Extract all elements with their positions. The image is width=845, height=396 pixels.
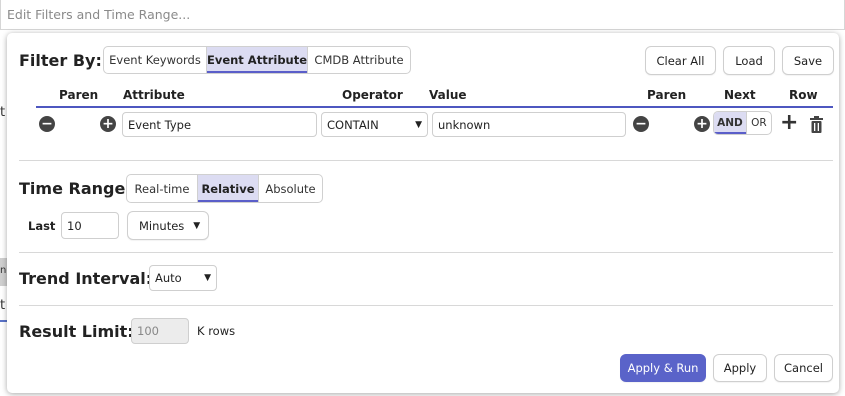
plus-icon: + bbox=[696, 116, 708, 132]
caret-down-icon: ▼ bbox=[193, 220, 201, 231]
attribute-input[interactable]: Event Type bbox=[122, 112, 317, 137]
tab-cmdb-attribute[interactable]: CMDB Attribute bbox=[308, 47, 410, 73]
operator-value: CONTAIN bbox=[327, 117, 379, 132]
filter-search-bar[interactable] bbox=[0, 0, 845, 30]
time-unit-value: Minutes bbox=[139, 218, 185, 233]
column-header-rule bbox=[36, 106, 833, 108]
time-unit-dropdown[interactable]: Minutes ▼ bbox=[127, 211, 209, 240]
result-limit-input[interactable]: 100 bbox=[131, 318, 189, 344]
load-button[interactable]: Load bbox=[723, 46, 775, 75]
column-header-value: Value bbox=[429, 88, 467, 102]
result-limit-unit: K rows bbox=[197, 324, 236, 338]
chevron-down-icon: ▼ bbox=[415, 119, 422, 130]
apply-button[interactable]: Apply bbox=[713, 354, 767, 382]
filter-type-tabs: Event Keywords Event Attribute CMDB Attr… bbox=[103, 46, 411, 74]
tab-event-attribute[interactable]: Event Attribute bbox=[207, 47, 308, 73]
time-range-label: Time Range: bbox=[19, 179, 132, 198]
result-limit-label: Result Limit: bbox=[19, 322, 134, 341]
chevron-down-icon: ▼ bbox=[204, 273, 211, 283]
add-close-paren-button[interactable]: + bbox=[694, 116, 710, 132]
attribute-value: Event Type bbox=[128, 117, 192, 132]
column-header-next: Next bbox=[724, 88, 756, 102]
add-open-paren-button[interactable]: + bbox=[100, 116, 116, 132]
column-header-paren-close: Paren bbox=[647, 88, 687, 102]
column-header-attribute: Attribute bbox=[123, 88, 185, 102]
section-divider bbox=[19, 305, 833, 306]
column-header-operator: Operator bbox=[342, 88, 403, 102]
filter-search-input[interactable] bbox=[1, 0, 844, 29]
result-limit-placeholder: 100 bbox=[137, 324, 159, 338]
plus-icon: + bbox=[102, 116, 114, 132]
operator-select[interactable]: CONTAIN ▼ bbox=[321, 112, 428, 137]
save-button[interactable]: Save bbox=[782, 46, 834, 75]
apply-and-run-button[interactable]: Apply & Run bbox=[620, 354, 706, 382]
time-range-tabs: Real-time Relative Absolute bbox=[126, 174, 323, 203]
clear-all-button[interactable]: Clear All bbox=[645, 46, 716, 75]
cancel-button[interactable]: Cancel bbox=[774, 354, 833, 382]
minus-icon: − bbox=[635, 116, 647, 132]
tab-event-keywords[interactable]: Event Keywords bbox=[104, 47, 207, 73]
next-operator-toggle: AND OR bbox=[713, 111, 772, 135]
column-header-paren-open: Paren bbox=[59, 88, 99, 102]
next-or-option[interactable]: OR bbox=[745, 112, 771, 134]
trend-interval-value: Auto bbox=[155, 271, 182, 285]
remove-open-paren-button[interactable]: − bbox=[39, 116, 55, 132]
add-row-icon[interactable]: + bbox=[780, 112, 798, 134]
column-header-row: Row bbox=[789, 88, 818, 102]
trend-interval-label: Trend Interval: bbox=[19, 269, 153, 288]
tab-real-time[interactable]: Real-time bbox=[127, 175, 198, 202]
last-value-input[interactable]: 10 bbox=[61, 212, 119, 239]
minus-icon: − bbox=[41, 116, 53, 132]
background-fragment: t bbox=[0, 298, 6, 313]
background-fragment: t bbox=[0, 105, 6, 120]
last-value: 10 bbox=[67, 218, 82, 233]
delete-row-icon[interactable] bbox=[809, 116, 824, 133]
tab-relative[interactable]: Relative bbox=[198, 175, 259, 202]
value-text: unknown bbox=[438, 117, 491, 132]
section-divider bbox=[19, 160, 833, 161]
remove-close-paren-button[interactable]: − bbox=[633, 116, 649, 132]
tab-absolute[interactable]: Absolute bbox=[259, 175, 322, 202]
section-divider bbox=[19, 252, 833, 253]
last-label: Last bbox=[28, 219, 56, 233]
next-and-option[interactable]: AND bbox=[714, 112, 746, 134]
value-input[interactable]: unknown bbox=[432, 112, 626, 137]
filter-by-label: Filter By: bbox=[19, 51, 102, 70]
trend-interval-select[interactable]: Auto ▼ bbox=[149, 265, 217, 291]
filter-popup-panel: Filter By: Event Keywords Event Attribut… bbox=[7, 33, 839, 393]
